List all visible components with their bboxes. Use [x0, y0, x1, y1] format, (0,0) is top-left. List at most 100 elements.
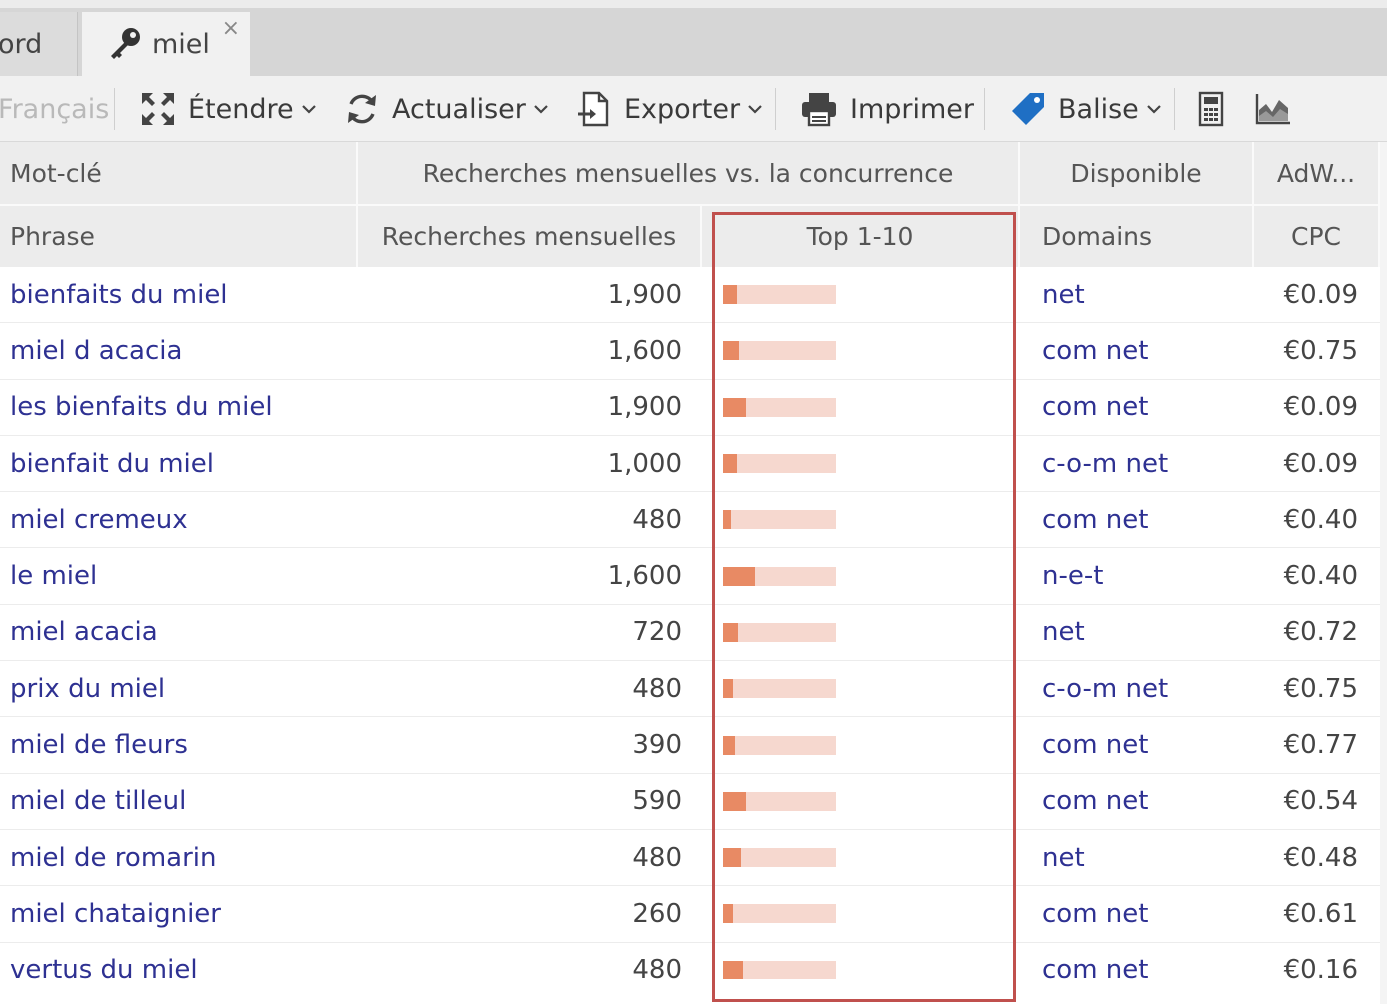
keyword-phrase-link[interactable]: prix du miel — [10, 661, 165, 716]
competition-bar-fill — [723, 454, 737, 474]
header-group-adwords[interactable]: AdW... — [1254, 142, 1380, 205]
language-selector[interactable]: Français — [0, 76, 109, 142]
expand-button[interactable]: Étendre — [140, 76, 316, 142]
header-group-available[interactable]: Disponible — [1020, 142, 1254, 205]
table-row[interactable]: bienfait du miel 1,000 c-o-m net €0.09 — [0, 436, 1380, 493]
keyword-phrase-link[interactable]: miel cremeux — [10, 492, 188, 547]
monthly-searches-value: 1,900 — [607, 392, 682, 423]
competition-bar-track — [723, 735, 836, 755]
tab-miel[interactable]: miel × — [82, 12, 250, 76]
header-domains-label: Domains — [1042, 222, 1153, 251]
print-button[interactable]: Imprimer — [800, 76, 974, 142]
top-1-10-cell — [723, 943, 836, 979]
tag-button[interactable]: Balise — [1010, 76, 1161, 142]
domains-value[interactable]: net — [1042, 830, 1085, 885]
refresh-label: Actualiser — [392, 93, 526, 125]
header-cpc[interactable]: CPC — [1254, 206, 1380, 267]
header-group-competition[interactable]: Recherches mensuelles vs. la concurrence — [358, 142, 1020, 205]
domains-value[interactable]: com net — [1042, 886, 1148, 941]
tab-bar: ord miel × — [0, 0, 1387, 76]
table-row[interactable]: miel d acacia 1,600 com net €0.75 — [0, 323, 1380, 380]
domains-value[interactable]: com net — [1042, 774, 1148, 829]
keyword-phrase-link[interactable]: bienfaits du miel — [10, 267, 228, 322]
competition-bar-track — [723, 904, 836, 924]
header-monthly-searches[interactable]: Recherches mensuelles — [358, 206, 702, 267]
domains-value[interactable]: net — [1042, 267, 1085, 322]
table-row[interactable]: les bienfaits du miel 1,900 com net €0.0… — [0, 380, 1380, 436]
keyword-phrase-link[interactable]: le miel — [10, 548, 97, 603]
competition-bar-fill — [723, 566, 755, 586]
keyword-phrase-link[interactable]: les bienfaits du miel — [10, 380, 273, 435]
chevron-down-icon — [301, 105, 316, 114]
keyword-phrase-link[interactable]: miel acacia — [10, 605, 158, 660]
chart-button[interactable] — [1254, 76, 1304, 142]
header-top-1-10-label: Top 1-10 — [806, 222, 914, 251]
domains-value[interactable]: com net — [1042, 380, 1148, 435]
toolbar-divider — [114, 88, 115, 130]
top-1-10-cell — [723, 267, 836, 322]
table-row[interactable]: miel de tilleul 590 com net €0.54 — [0, 774, 1380, 830]
domains-value[interactable]: com net — [1042, 717, 1148, 772]
table-row[interactable]: vertus du miel 480 com net €0.16 — [0, 943, 1380, 979]
toolbar-divider — [984, 88, 985, 130]
header-top-1-10[interactable]: Top 1-10 — [702, 206, 1020, 267]
table-row[interactable]: bienfaits du miel 1,900 net €0.09 — [0, 267, 1380, 324]
refresh-button[interactable]: Actualiser — [344, 76, 548, 142]
tab-previous-label: ord — [0, 28, 43, 60]
table-row[interactable]: miel cremeux 480 com net €0.40 — [0, 492, 1380, 549]
keyword-phrase-link[interactable]: bienfait du miel — [10, 436, 214, 491]
keyword-phrase-link[interactable]: miel de romarin — [10, 830, 216, 885]
export-button[interactable]: Exporter — [576, 76, 762, 142]
cpc-value: €0.40 — [1283, 504, 1358, 535]
top-1-10-cell — [723, 323, 836, 378]
domains-value[interactable]: com net — [1042, 492, 1148, 547]
competition-bar-track — [723, 285, 836, 305]
domains-value[interactable]: c-o-m net — [1042, 436, 1168, 491]
table-row[interactable]: miel acacia 720 net €0.72 — [0, 605, 1380, 662]
table-row[interactable]: miel de fleurs 390 com net €0.77 — [0, 717, 1380, 774]
keyword-phrase-link[interactable]: miel de tilleul — [10, 774, 186, 829]
domains-value[interactable]: n-e-t — [1042, 548, 1103, 603]
domains-value[interactable]: net — [1042, 605, 1085, 660]
top-1-10-cell — [723, 548, 836, 603]
scroll-gutter — [1380, 142, 1387, 1004]
tab-active-label: miel — [152, 28, 210, 60]
competition-bar-fill — [723, 679, 734, 699]
table-row[interactable]: miel de romarin 480 net €0.48 — [0, 830, 1380, 887]
domains-value[interactable]: c-o-m net — [1042, 661, 1168, 716]
monthly-searches-value: 480 — [632, 955, 682, 979]
header-phrase[interactable]: Phrase — [0, 206, 358, 267]
keyword-phrase-link[interactable]: vertus du miel — [10, 943, 198, 979]
calculator-icon — [1198, 91, 1224, 127]
language-label: Français — [0, 93, 110, 125]
table-row[interactable]: miel chataignier 260 com net €0.61 — [0, 886, 1380, 943]
keyword-phrase-link[interactable]: miel chataignier — [10, 886, 221, 941]
keyword-phrase-link[interactable]: miel d acacia — [10, 323, 182, 378]
monthly-searches-value: 260 — [632, 898, 682, 929]
competition-bar-fill — [723, 622, 738, 642]
close-icon[interactable]: × — [222, 16, 240, 41]
monthly-searches-value: 1,900 — [607, 279, 682, 310]
header-group-competition-label: Recherches mensuelles vs. la concurrence — [422, 159, 954, 188]
tab-previous[interactable]: ord — [0, 12, 78, 76]
header-group-keyword[interactable]: Mot-clé — [0, 142, 358, 205]
export-label: Exporter — [624, 93, 741, 125]
cpc-value: €0.75 — [1283, 673, 1358, 704]
tag-icon — [1012, 93, 1044, 125]
header-domains[interactable]: Domains — [1020, 206, 1254, 267]
monthly-searches-value: 480 — [632, 504, 682, 535]
top-1-10-cell — [723, 830, 836, 885]
top-1-10-cell — [723, 492, 836, 547]
monthly-searches-value: 1,600 — [607, 561, 682, 592]
keyword-phrase-link[interactable]: miel de fleurs — [10, 717, 188, 772]
expand-icon — [142, 93, 174, 125]
cpc-value: €0.61 — [1283, 898, 1358, 929]
calculator-button[interactable] — [1198, 76, 1236, 142]
table-row[interactable]: le miel 1,600 n-e-t €0.40 — [0, 548, 1380, 605]
cpc-value: €0.72 — [1283, 617, 1358, 648]
table-row[interactable]: prix du miel 480 c-o-m net €0.75 — [0, 661, 1380, 718]
cpc-value: €0.54 — [1283, 786, 1358, 817]
chevron-down-icon — [748, 105, 762, 114]
domains-value[interactable]: com net — [1042, 943, 1148, 979]
domains-value[interactable]: com net — [1042, 323, 1148, 378]
